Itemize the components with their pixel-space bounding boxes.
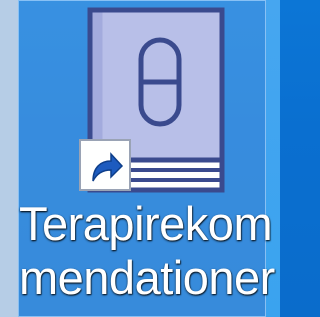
shortcut-label-line-1: Terapirekom bbox=[19, 197, 273, 250]
shortcut-label: Terapirekom mendationer bbox=[19, 197, 275, 305]
shortcut-arrow-icon bbox=[79, 139, 131, 191]
shortcut-label-line-2: mendationer bbox=[19, 251, 275, 304]
desktop-shortcut-terapirekommendationer[interactable]: Terapirekom mendationer bbox=[18, 0, 275, 317]
desktop-edge-left bbox=[0, 0, 18, 317]
